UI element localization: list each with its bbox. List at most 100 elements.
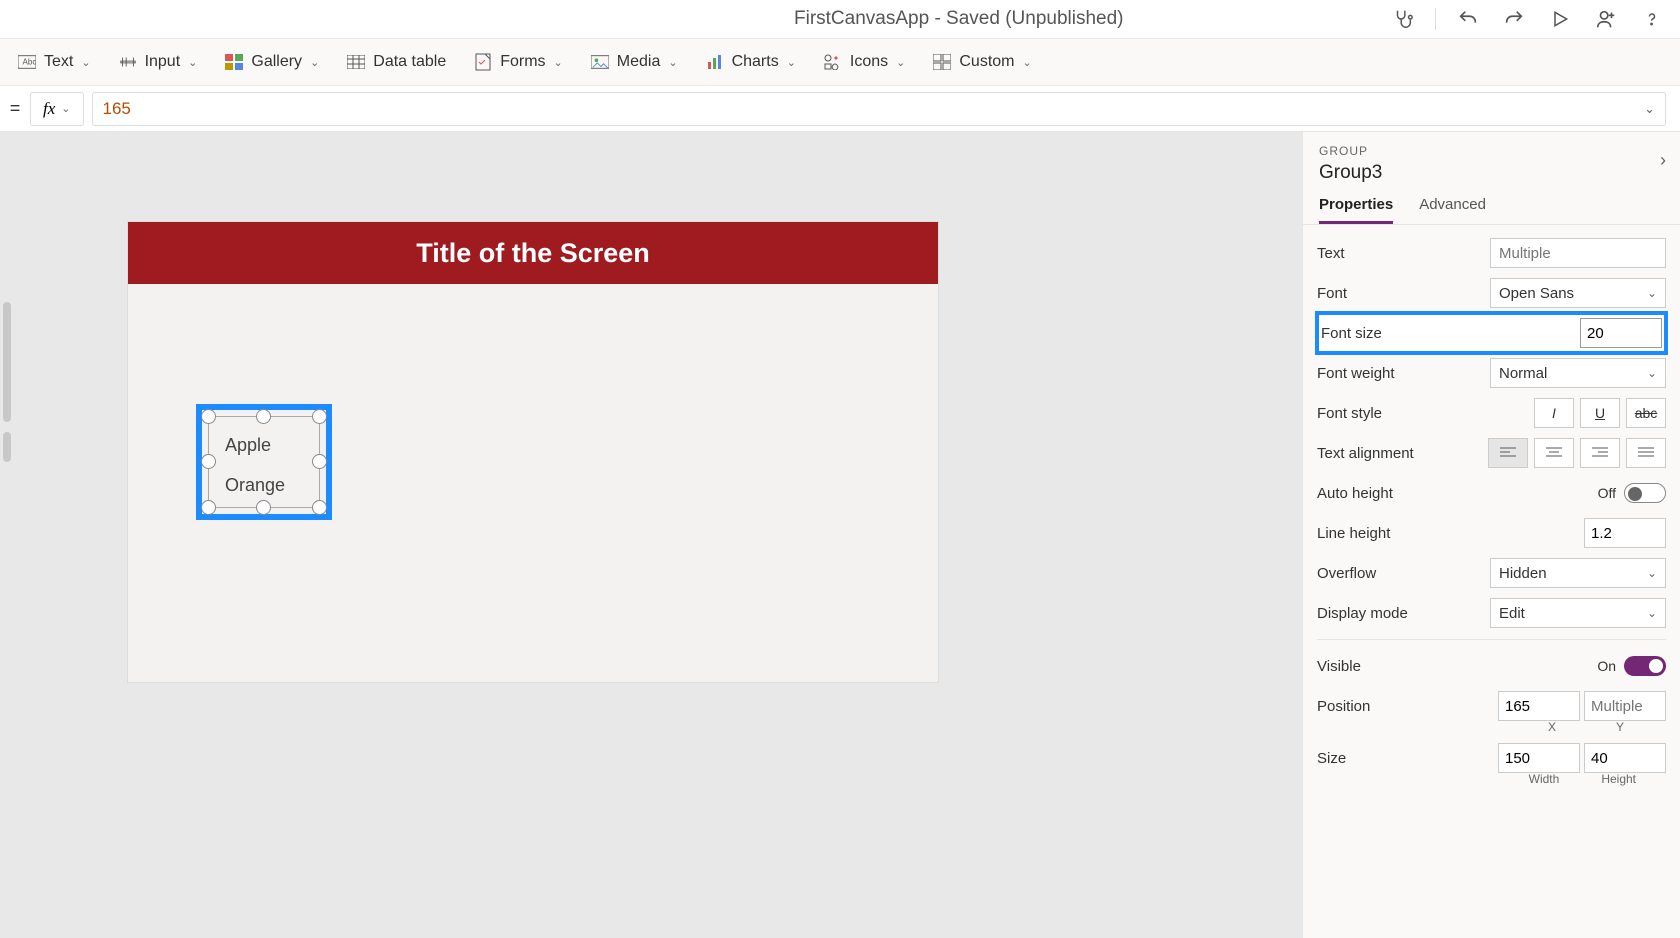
prop-fontsize: Font size	[1317, 313, 1666, 353]
size-height-input[interactable]	[1584, 743, 1666, 773]
selection-name: Group3	[1319, 162, 1664, 184]
props-header: GROUP Group3 ›	[1303, 132, 1680, 190]
panel-tabs: Properties Advanced	[1303, 190, 1680, 225]
redo-icon[interactable]	[1500, 5, 1528, 33]
formula-input[interactable]: 165 ⌄	[92, 92, 1667, 126]
label-apple[interactable]: Apple	[225, 435, 271, 456]
formula-value: 165	[103, 99, 131, 119]
align-right-button[interactable]	[1580, 438, 1620, 468]
canvas-area[interactable]: Title of the Screen Apple Orange	[18, 132, 1302, 938]
strikethrough-button[interactable]: abc	[1626, 398, 1666, 428]
align-center-button[interactable]	[1534, 438, 1574, 468]
scroll-thumb-2[interactable]	[3, 432, 11, 462]
prop-displaymode: Display mode Edit⌄	[1317, 593, 1666, 633]
resize-handle-n[interactable]	[256, 409, 271, 424]
properties-panel: GROUP Group3 › Properties Advanced Text …	[1302, 132, 1680, 938]
autoheight-toggle[interactable]	[1624, 483, 1666, 503]
media-menu[interactable]: Media⌄	[591, 53, 678, 71]
resize-handle-w[interactable]	[201, 454, 216, 469]
fontsize-input[interactable]	[1580, 318, 1662, 348]
forms-menu[interactable]: Forms⌄	[474, 53, 563, 71]
italic-button[interactable]: I	[1534, 398, 1574, 428]
selected-group[interactable]: Apple Orange	[196, 404, 332, 520]
size-sublabels: Width Height	[1317, 772, 1666, 786]
media-label: Media	[617, 53, 661, 71]
screen-canvas[interactable]: Title of the Screen Apple Orange	[128, 222, 938, 682]
resize-handle-s[interactable]	[256, 500, 271, 515]
fontweight-select[interactable]: Normal⌄	[1490, 358, 1666, 388]
left-rail	[0, 132, 18, 938]
datatable-icon	[347, 53, 365, 71]
resize-handle-sw[interactable]	[201, 500, 216, 515]
divider	[1317, 639, 1666, 640]
help-icon[interactable]	[1638, 5, 1666, 33]
text-icon: Abc	[18, 53, 36, 71]
text-label: Text	[44, 53, 73, 71]
input-icon	[119, 53, 137, 71]
position-x-input[interactable]	[1498, 691, 1580, 721]
gallery-label: Gallery	[251, 53, 302, 71]
visible-toggle[interactable]	[1624, 656, 1666, 676]
prop-fontstyle: Font style I U abc	[1317, 393, 1666, 433]
overflow-select[interactable]: Hidden⌄	[1490, 558, 1666, 588]
prop-fontweight: Font weight Normal⌄	[1317, 353, 1666, 393]
text-input[interactable]	[1490, 238, 1666, 268]
media-icon	[591, 53, 609, 71]
prop-text: Text	[1317, 233, 1666, 273]
scroll-thumb[interactable]	[3, 302, 11, 422]
formula-bar: = fx⌄ 165 ⌄	[0, 86, 1680, 132]
resize-handle-e[interactable]	[312, 454, 327, 469]
gallery-icon	[225, 53, 243, 71]
charts-label: Charts	[732, 53, 779, 71]
custom-label: Custom	[959, 53, 1014, 71]
formula-expand-icon[interactable]: ⌄	[1644, 101, 1655, 117]
prop-font: Font Open Sans⌄	[1317, 273, 1666, 313]
equals-label: =	[0, 98, 30, 119]
svg-text:Abc: Abc	[23, 58, 37, 67]
undo-icon[interactable]	[1454, 5, 1482, 33]
displaymode-select[interactable]: Edit⌄	[1490, 598, 1666, 628]
resize-handle-se[interactable]	[312, 500, 327, 515]
title-bar: FirstCanvasApp - Saved (Unpublished)	[0, 0, 1680, 38]
forms-icon	[474, 53, 492, 71]
workspace: Title of the Screen Apple Orange	[0, 132, 1680, 938]
prop-visible: Visible On	[1317, 646, 1666, 686]
resize-handle-ne[interactable]	[312, 409, 327, 424]
datatable-label: Data table	[373, 53, 446, 71]
label-orange[interactable]: Orange	[225, 475, 285, 496]
stethoscope-icon[interactable]	[1389, 5, 1417, 33]
lineheight-input[interactable]	[1584, 518, 1666, 548]
share-icon[interactable]	[1592, 5, 1620, 33]
group-inner: Apple Orange	[208, 416, 320, 508]
prop-autoheight: Auto height Off	[1317, 473, 1666, 513]
fx-dropdown[interactable]: fx⌄	[30, 92, 84, 126]
input-menu[interactable]: Input⌄	[119, 53, 198, 71]
custom-icon	[933, 53, 951, 71]
resize-handle-nw[interactable]	[201, 409, 216, 424]
forms-label: Forms	[500, 53, 545, 71]
size-width-input[interactable]	[1498, 743, 1580, 773]
align-left-button[interactable]	[1488, 438, 1528, 468]
charts-icon	[706, 53, 724, 71]
font-select[interactable]: Open Sans⌄	[1490, 278, 1666, 308]
charts-menu[interactable]: Charts⌄	[706, 53, 796, 71]
chevron-right-icon[interactable]: ›	[1660, 150, 1666, 171]
input-label: Input	[145, 53, 181, 71]
tab-advanced[interactable]: Advanced	[1419, 196, 1486, 224]
align-justify-button[interactable]	[1626, 438, 1666, 468]
position-sublabels: X Y	[1317, 720, 1666, 734]
play-icon[interactable]	[1546, 5, 1574, 33]
selection-type: GROUP	[1319, 144, 1664, 158]
tab-properties[interactable]: Properties	[1319, 196, 1393, 224]
canvas-title[interactable]: Title of the Screen	[128, 222, 938, 284]
position-y-input[interactable]	[1584, 691, 1666, 721]
icons-icon	[824, 53, 842, 71]
prop-lineheight: Line height	[1317, 513, 1666, 553]
datatable-menu[interactable]: Data table	[347, 53, 446, 71]
underline-button[interactable]: U	[1580, 398, 1620, 428]
gallery-menu[interactable]: Gallery⌄	[225, 53, 319, 71]
icons-menu[interactable]: Icons⌄	[824, 53, 905, 71]
text-menu[interactable]: Abc Text⌄	[18, 53, 91, 71]
custom-menu[interactable]: Custom⌄	[933, 53, 1031, 71]
prop-textalign: Text alignment	[1317, 433, 1666, 473]
